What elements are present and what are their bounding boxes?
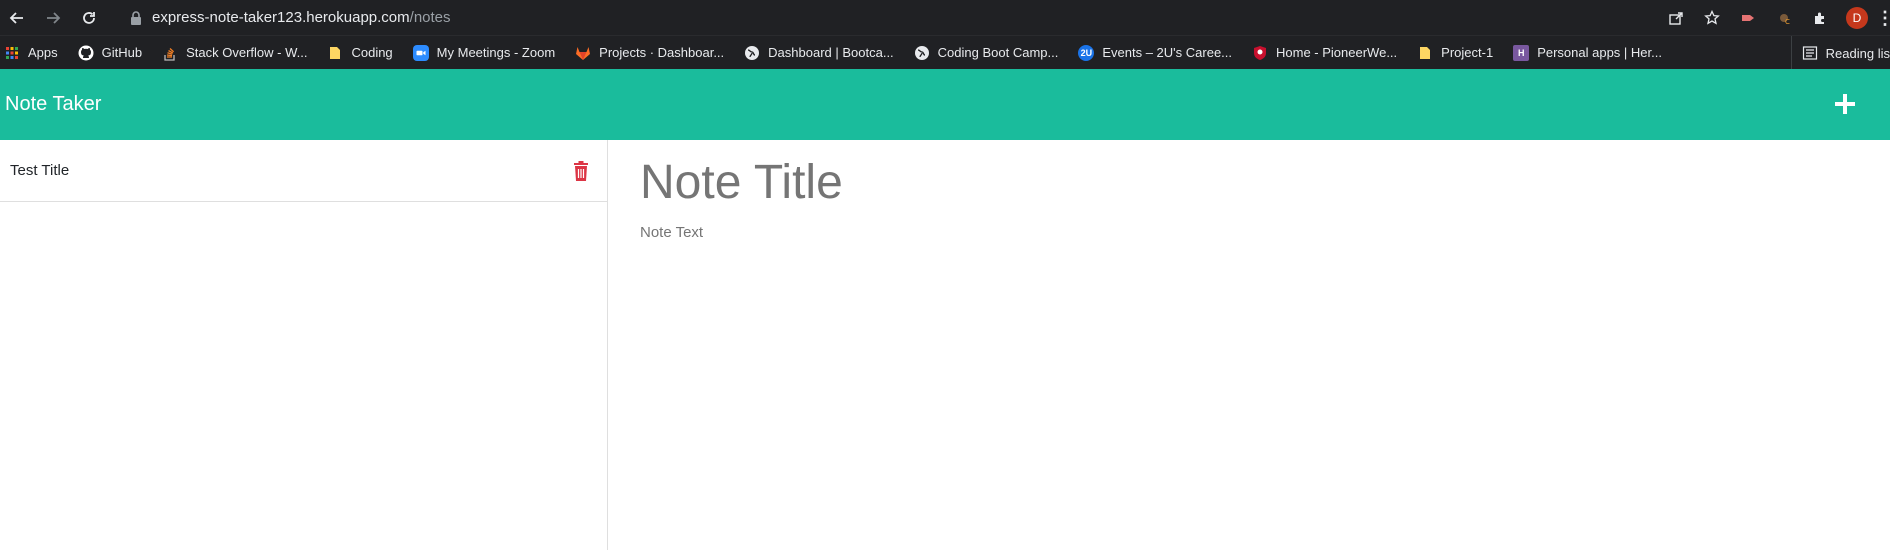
note-text-input[interactable] [640,224,1540,424]
bookmark-label: GitHub [101,45,143,60]
shield-logo-icon [1252,45,1268,61]
lock-icon [131,10,141,25]
github-icon [78,45,94,61]
bookmark-heroku[interactable]: H Personal apps | Her... [1513,44,1662,61]
bookmark-zoom[interactable]: My Meetings - Zoom [412,44,556,61]
bookmark-label: Events – 2U's Caree... [1102,45,1233,60]
globe-icon [914,45,930,61]
bookmark-label: Projects · Dashboar... [599,45,725,60]
url-host: express-note-taker123.herokuapp.com [152,9,410,26]
new-note-button[interactable] [1830,89,1860,119]
browser-toolbar: express-note-taker123.herokuapp.com/note… [0,0,1890,35]
bookmark-stackoverflow[interactable]: Stack Overflow - W... [162,45,307,61]
address-bar[interactable]: express-note-taker123.herokuapp.com/note… [130,0,451,35]
note-editor [608,140,1890,550]
bookmark-pioneerweb[interactable]: Home - PioneerWe... [1252,45,1397,61]
folder-icon [327,45,343,61]
stackoverflow-icon [162,45,178,61]
star-icon[interactable] [1702,8,1722,28]
note-item-title: Test Title [10,162,70,179]
bookmark-label: Personal apps | Her... [1537,45,1662,60]
bookmarks-bar: Apps GitHub Stack Overflow - W... Coding… [0,35,1890,69]
trash-icon[interactable] [573,160,589,181]
plus-icon [1835,94,1855,114]
note-title-input[interactable] [640,150,1540,214]
zoom-icon [412,44,429,61]
bookmark-apps[interactable]: Apps [4,45,58,61]
apps-grid-icon [4,45,20,61]
kebab-menu-icon[interactable]: ⋮ [1876,9,1890,27]
profile-avatar[interactable]: D [1846,6,1868,29]
bookmark-coding[interactable]: Coding [327,45,393,61]
bookmark-project-1[interactable]: Project-1 [1417,45,1493,61]
extension-bug-icon[interactable]: C [1774,8,1794,28]
heroku-icon: H [1513,44,1530,61]
2u-icon: 2U [1078,44,1095,61]
reading-list-label: Reading lis [1825,45,1890,61]
reading-list-icon [1802,46,1817,60]
bookmark-label: Home - PioneerWe... [1276,45,1398,60]
extension-red-icon[interactable] [1738,8,1758,28]
bookmark-label: Apps [28,45,58,60]
app-brand[interactable]: Note Taker [5,93,101,116]
gitlab-icon [575,45,591,61]
bookmark-coding-boot-camp[interactable]: Coding Boot Camp... [914,45,1059,61]
bookmark-label: My Meetings - Zoom [436,45,556,60]
reading-list[interactable]: Reading lis [1790,36,1890,69]
bookmark-github[interactable]: GitHub [78,45,142,61]
bookmark-2u-events[interactable]: 2U Events – 2U's Caree... [1078,44,1233,61]
share-icon[interactable] [1666,8,1686,28]
app-navbar: Note Taker [0,69,1890,140]
bookmark-label: Stack Overflow - W... [186,45,308,60]
url-path: /notes [409,9,451,26]
notes-list: Test Title [0,140,608,550]
bookmark-label: Project-1 [1441,45,1494,60]
back-icon[interactable] [6,7,28,29]
forward-icon[interactable] [42,7,64,29]
reload-icon[interactable] [78,7,100,29]
bookmark-gitlab[interactable]: Projects · Dashboar... [575,45,724,61]
bookmark-label: Coding Boot Camp... [937,45,1059,60]
bookmark-dashboard[interactable]: Dashboard | Bootca... [744,45,894,61]
puzzle-extensions-icon[interactable] [1810,8,1830,28]
globe-icon [744,45,760,61]
svg-text:C: C [1785,18,1790,26]
list-item[interactable]: Test Title [0,140,607,202]
folder-icon [1417,45,1433,61]
bookmark-label: Dashboard | Bootca... [768,45,894,60]
bookmark-label: Coding [351,45,393,60]
